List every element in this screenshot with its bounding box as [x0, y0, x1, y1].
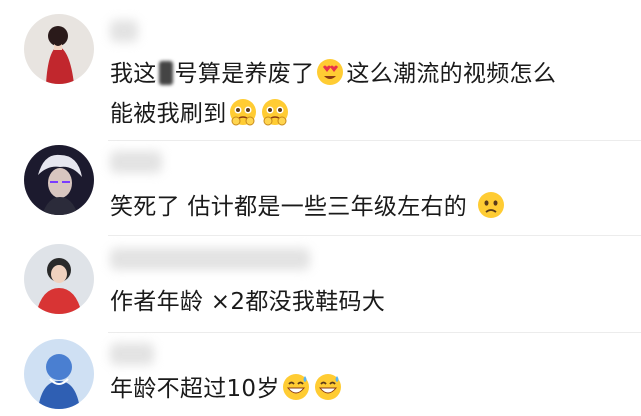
username-blurred[interactable] [110, 248, 310, 270]
avatar[interactable] [24, 244, 94, 314]
username-blurred[interactable] [110, 343, 154, 365]
comment-1[interactable]: 我这 号算是养废了 这么潮流的视频怎么 能被我刷到 [0, 0, 641, 140]
avatar-image [24, 14, 94, 84]
avatar-image [24, 339, 94, 409]
grinning-sweat-icon [281, 372, 311, 402]
comment-text: 年龄不超过10岁 [110, 371, 344, 408]
comment-2[interactable]: 笑死了 估计都是一些三年级左右的 [0, 141, 641, 235]
username-blurred[interactable] [110, 151, 162, 173]
avatar[interactable] [24, 339, 94, 409]
comment-text-line2: 能被我刷到 [110, 96, 291, 133]
comment-4[interactable]: 年龄不超过10岁 [0, 333, 641, 416]
avatar[interactable] [24, 14, 94, 84]
comment-text: 我这 号算是养废了 这么潮流的视频怎么 [110, 56, 556, 93]
username-blurred[interactable] [110, 20, 138, 42]
pleading-face-icon [228, 97, 258, 127]
heart-eyes-emoji-icon [315, 57, 345, 87]
redacted-mark [158, 61, 173, 85]
comment-3[interactable]: 作者年龄 ×2都没我鞋码大 [0, 236, 641, 332]
comment-text: 作者年龄 ×2都没我鞋码大 [110, 289, 386, 315]
pleading-face-icon [260, 97, 290, 127]
avatar[interactable] [24, 145, 94, 215]
grinning-sweat-icon [313, 372, 343, 402]
avatar-image [24, 244, 94, 314]
avatar-image [24, 145, 94, 215]
comment-text: 笑死了 估计都是一些三年级左右的 [110, 189, 507, 226]
frowning-face-icon [476, 190, 506, 220]
